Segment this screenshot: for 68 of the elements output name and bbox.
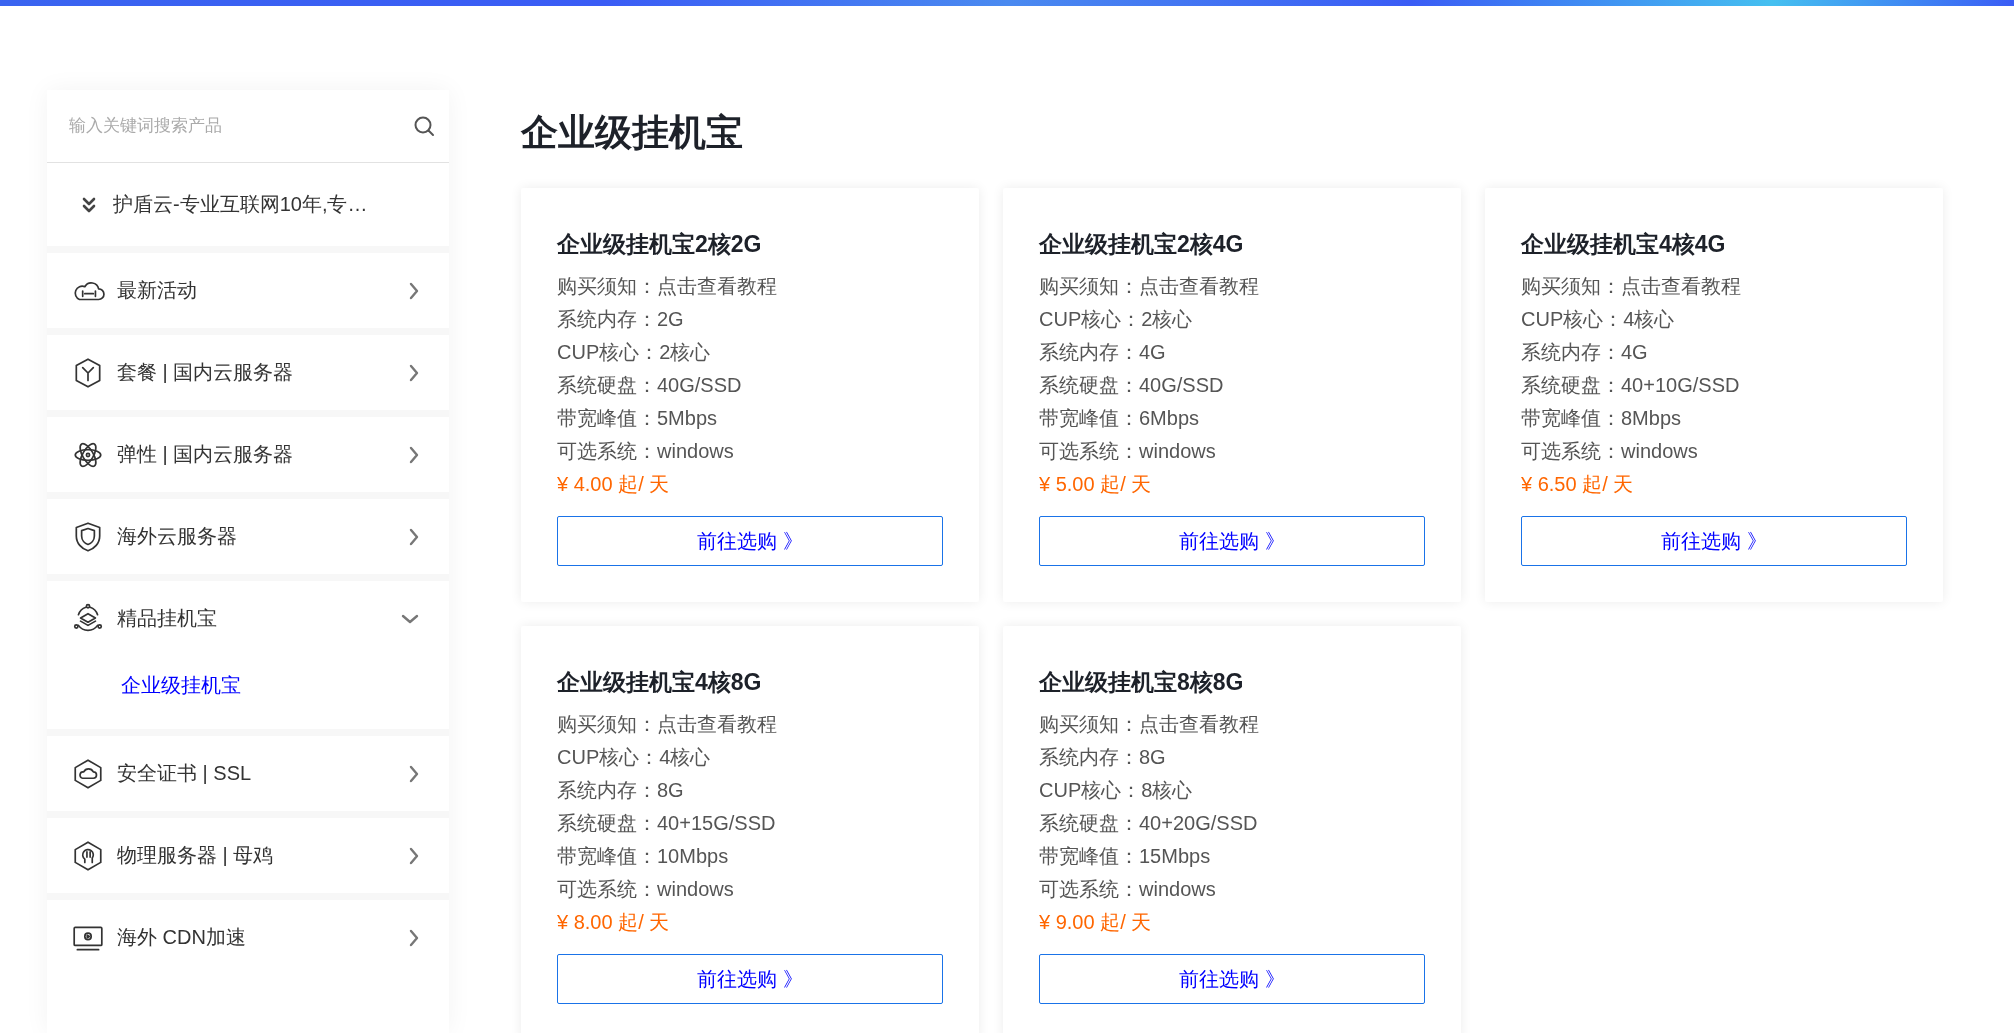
category-item[interactable]: 最新活动 — [47, 253, 449, 328]
chevron-right-icon — [409, 527, 419, 546]
subcategory-link[interactable]: 企业级挂机宝 — [121, 664, 241, 707]
spec-text: 带宽峰值：8Mbps — [1521, 406, 1683, 431]
buy-button[interactable]: 前往选购 》 — [557, 954, 943, 1004]
price-text: ¥ 4.00 起/ 天 — [557, 472, 671, 497]
category-item[interactable]: 精品挂机宝 — [47, 581, 449, 656]
search-field[interactable]: 输入关键词搜索产品 — [47, 90, 449, 163]
spec-text: CUP核心：8核心 — [1039, 778, 1194, 803]
spec-text: 可选系统：windows — [557, 439, 735, 464]
spec-text: 购买须知：点击查看教程 — [1039, 274, 1260, 299]
spec-text: 系统内存：4G — [1521, 340, 1649, 365]
spec-text: 系统内存：8G — [557, 778, 685, 803]
spec-text: 系统硬盘：40+15G/SSD — [557, 811, 777, 836]
spec-text: 系统内存：8G — [1039, 745, 1167, 770]
category-item[interactable]: 套餐 | 国内云服务器 — [47, 335, 449, 410]
product-name: 企业级挂机宝2核2G — [557, 230, 763, 259]
notice-text: 护盾云-专业互联网10年,专… — [113, 192, 368, 217]
spec-text: 购买须知：点击查看教程 — [1521, 274, 1742, 299]
category-item[interactable]: 弹性 | 国内云服务器 — [47, 417, 449, 492]
price-text: ¥ 6.50 起/ 天 — [1521, 472, 1635, 497]
price-text: ¥ 8.00 起/ 天 — [557, 910, 671, 935]
spec-text: 系统内存：2G — [557, 307, 685, 332]
spec-text: 可选系统：windows — [1039, 877, 1217, 902]
product-name: 企业级挂机宝4核4G — [1521, 230, 1727, 259]
spec-text: 购买须知：点击查看教程 — [1039, 712, 1260, 737]
double-chevron-icon — [81, 195, 97, 214]
spec-text: 可选系统：windows — [1039, 439, 1217, 464]
spec-text: 系统硬盘：40+10G/SSD — [1521, 373, 1741, 398]
spec-text: 系统硬盘：40+20G/SSD — [1039, 811, 1259, 836]
price-text: ¥ 9.00 起/ 天 — [1039, 910, 1153, 935]
product-name: 企业级挂机宝2核4G — [1039, 230, 1245, 259]
product-name: 企业级挂机宝4核8G — [557, 668, 763, 697]
buy-button[interactable]: 前往选购 》 — [557, 516, 943, 566]
hexagon-cloud-icon — [71, 756, 105, 791]
chevron-down-icon — [401, 612, 419, 625]
buy-button[interactable]: 前往选购 》 — [1521, 516, 1907, 566]
category-item[interactable]: 安全证书 | SSL — [47, 736, 449, 811]
spec-text: CUP核心：2核心 — [557, 340, 712, 365]
chevron-right-icon — [409, 445, 419, 464]
chevron-right-icon — [409, 846, 419, 865]
spec-text: 带宽峰值：5Mbps — [557, 406, 719, 431]
spec-text: 系统硬盘：40G/SSD — [1039, 373, 1225, 398]
chevron-right-icon — [409, 764, 419, 783]
spec-text: 购买须知：点击查看教程 — [557, 712, 778, 737]
search-icon[interactable] — [413, 115, 435, 137]
category-item[interactable]: 物理服务器 | 母鸡 — [47, 818, 449, 893]
buy-button[interactable]: 前往选购 》 — [1039, 516, 1425, 566]
chevron-right-icon — [409, 281, 419, 300]
spec-text: 系统内存：4G — [1039, 340, 1167, 365]
price-text: ¥ 5.00 起/ 天 — [1039, 472, 1153, 497]
spec-text: 带宽峰值：15Mbps — [1039, 844, 1212, 869]
spec-text: 系统硬盘：40G/SSD — [557, 373, 743, 398]
category-item[interactable]: 海外云服务器 — [47, 499, 449, 574]
spec-text: CUP核心：4核心 — [557, 745, 712, 770]
page-title: 企业级挂机宝 — [521, 111, 744, 155]
chevron-right-icon — [409, 928, 419, 947]
spec-text: 带宽峰值：10Mbps — [557, 844, 730, 869]
hexagon-head-icon — [71, 838, 105, 873]
spec-text: CUP核心：2核心 — [1039, 307, 1194, 332]
spec-text: 带宽峰值：6Mbps — [1039, 406, 1201, 431]
buy-button[interactable]: 前往选购 》 — [1039, 954, 1425, 1004]
product-name: 企业级挂机宝8核8G — [1039, 668, 1245, 697]
spec-text: 购买须知：点击查看教程 — [557, 274, 778, 299]
chevron-right-icon — [409, 363, 419, 382]
spec-text: 可选系统：windows — [557, 877, 735, 902]
spec-text: 可选系统：windows — [1521, 439, 1699, 464]
spec-text: CUP核心：4核心 — [1521, 307, 1676, 332]
